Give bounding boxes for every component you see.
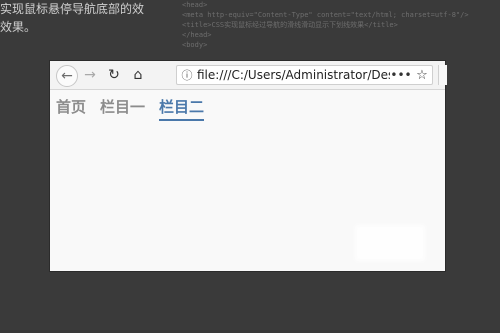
- code-line: <head>: [182, 1, 208, 9]
- background-text-line: 实现鼠标悬停导航底部的效: [0, 2, 145, 16]
- browser-window: ← → ↻ ⌂ ⓘ file:///C:/Users/Administrator…: [50, 61, 447, 271]
- more-dots-icon[interactable]: •••: [390, 68, 412, 82]
- code-line: <meta http-equiv="Content-Type" content=…: [182, 11, 469, 19]
- watermark: [355, 225, 425, 261]
- background-code: <head> <meta http-equiv="Content-Type" c…: [182, 0, 500, 62]
- home-icon[interactable]: ⌂: [128, 65, 148, 85]
- nav-item-home[interactable]: 首页: [56, 96, 86, 121]
- nav-item-column-1[interactable]: 栏目一: [100, 96, 145, 121]
- background-text-line: 效果。: [0, 20, 37, 34]
- info-icon[interactable]: ⓘ: [177, 67, 197, 83]
- toolbar-side-button[interactable]: [438, 65, 447, 85]
- bookmark-star-icon[interactable]: ☆: [412, 68, 432, 83]
- back-arrow-icon[interactable]: ←: [56, 65, 78, 87]
- background-text: 实现鼠标悬停导航底部的效 效果。: [0, 0, 144, 36]
- reload-icon[interactable]: ↻: [104, 65, 124, 85]
- browser-toolbar: ← → ↻ ⌂ ⓘ file:///C:/Users/Administrator…: [50, 61, 447, 90]
- code-line: </head>: [182, 31, 212, 39]
- forward-arrow-icon[interactable]: →: [80, 65, 100, 85]
- nav-item-column-2[interactable]: 栏目二: [159, 96, 205, 121]
- code-line: <body>: [182, 41, 208, 49]
- url-text[interactable]: file:///C:/Users/Administrator/Des: [197, 68, 390, 82]
- site-navigation: 首页 栏目一 栏目二: [56, 96, 205, 121]
- code-line: <title>CSS实现鼠标经过导航的滑线滑动显示下划线效果</title>: [182, 21, 398, 29]
- address-bar[interactable]: ⓘ file:///C:/Users/Administrator/Des •••…: [176, 65, 433, 85]
- page-content: 首页 栏目一 栏目二: [50, 90, 445, 271]
